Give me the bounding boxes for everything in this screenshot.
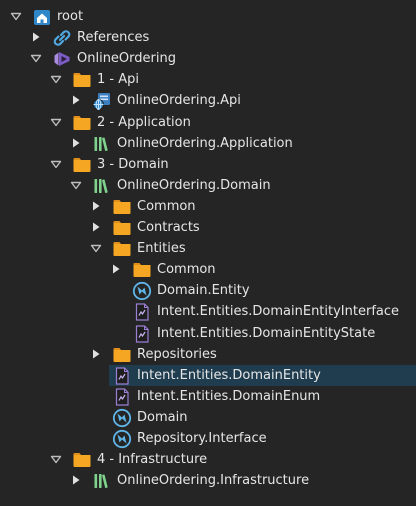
- tree-item-intent-entities-domainenum[interactable]: Intent.Entities.DomainEnum: [0, 386, 416, 407]
- tree-item-references[interactable]: References: [0, 27, 416, 48]
- tree-item-label: Intent.Entities.DomainEntity: [137, 367, 321, 383]
- tree-item-4-infrastructure[interactable]: 4 - Infrastructure: [0, 449, 416, 470]
- chevron-right-icon[interactable]: [110, 262, 122, 276]
- folder-icon: [72, 70, 92, 90]
- tree-item-onlineordering-infrastructure[interactable]: OnlineOrdering.Infrastructure: [0, 470, 416, 491]
- chevron-down-icon[interactable]: [90, 241, 102, 255]
- tree-item-label: Contracts: [137, 220, 200, 235]
- tree-item-label: Intent.Entities.DomainEntityState: [157, 325, 376, 341]
- project-library-icon: [92, 134, 112, 154]
- template-file-icon: [112, 366, 132, 386]
- tree-item-repositories[interactable]: Repositories: [0, 344, 416, 365]
- tree-item-label: OnlineOrdering.Domain: [117, 177, 271, 193]
- tree-item-label: Common: [137, 198, 196, 214]
- folder-icon: [112, 345, 132, 365]
- tree-item-root[interactable]: root: [0, 6, 416, 27]
- tree-item-intent-entities-domainentityinterface[interactable]: Intent.Entities.DomainEntityInterface: [0, 301, 416, 322]
- folder-icon: [112, 197, 132, 217]
- chevron-right-icon[interactable]: [70, 473, 82, 487]
- home-icon: [32, 7, 52, 27]
- tree-item-label: OnlineOrdering: [77, 51, 176, 67]
- tree-item-1-api[interactable]: 1 - Api: [0, 69, 416, 90]
- tree-item-label: Repository.Interface: [137, 431, 267, 446]
- tree-item-label: Domain.Entity: [157, 283, 250, 299]
- tree-item-onlineordering-application[interactable]: OnlineOrdering.Application: [0, 133, 416, 154]
- tree-item-repository-interface[interactable]: Repository.Interface: [0, 428, 416, 449]
- folder-icon: [72, 113, 92, 133]
- tree-item-domain[interactable]: Domain: [0, 407, 416, 428]
- folder-icon: [72, 155, 92, 175]
- chevron-down-icon[interactable]: [50, 157, 62, 171]
- folder-icon: [112, 218, 132, 238]
- tree-item-onlineordering[interactable]: OnlineOrdering: [0, 48, 416, 69]
- chevron-right-icon[interactable]: [90, 220, 102, 234]
- chevron-down-icon[interactable]: [50, 452, 62, 466]
- tree-item-common[interactable]: Common: [0, 196, 416, 217]
- tree-item-intent-entities-domainentitystate[interactable]: Intent.Entities.DomainEntityState: [0, 323, 416, 344]
- chevron-down-icon[interactable]: [70, 178, 82, 192]
- template-file-icon: [112, 387, 132, 407]
- tree-item-common[interactable]: Common: [0, 259, 416, 280]
- solution-icon: [52, 49, 72, 69]
- chevron-down-icon[interactable]: [10, 9, 22, 23]
- domain-package-icon: [132, 281, 152, 301]
- tree-item-2-application[interactable]: 2 - Application: [0, 112, 416, 133]
- chevron-down-icon[interactable]: [30, 51, 42, 65]
- tree-item-label: root: [57, 9, 84, 24]
- chevron-down-icon[interactable]: [50, 72, 62, 86]
- tree-item-label: 3 - Domain: [97, 156, 169, 172]
- project-library-icon: [92, 471, 112, 491]
- template-file-icon: [132, 302, 152, 322]
- chevron-right-icon[interactable]: [90, 199, 102, 213]
- tree-item-label: Common: [157, 262, 216, 278]
- chevron-down-icon[interactable]: [50, 115, 62, 129]
- tree-item-onlineordering-domain[interactable]: OnlineOrdering.Domain: [0, 175, 416, 196]
- chevron-right-icon[interactable]: [30, 30, 42, 44]
- tree-item-domain-entity[interactable]: Domain.Entity: [0, 280, 416, 301]
- tree-item-intent-entities-domainentity[interactable]: Intent.Entities.DomainEntity: [0, 364, 416, 386]
- tree-item-onlineordering-api[interactable]: OnlineOrdering.Api: [0, 90, 416, 111]
- tree-item-3-domain[interactable]: 3 - Domain: [0, 154, 416, 175]
- template-file-icon: [132, 324, 152, 344]
- tree-item-label: Intent.Entities.DomainEntityInterface: [157, 304, 400, 320]
- tree-item-label: 4 - Infrastructure: [97, 452, 208, 468]
- tree-item-label: Intent.Entities.DomainEnum: [137, 388, 321, 404]
- api-project-icon: [92, 91, 112, 111]
- tree-item-label: OnlineOrdering.Infrastructure: [117, 473, 310, 489]
- folder-icon: [112, 239, 132, 259]
- project-library-icon: [92, 176, 112, 196]
- tree-item-entities[interactable]: Entities: [0, 238, 416, 259]
- domain-package-icon: [112, 429, 132, 449]
- tree-item-label: OnlineOrdering.Application: [117, 135, 293, 151]
- domain-package-icon: [112, 408, 132, 428]
- solution-tree: root References OnlineOrdering 1 - Api Onlin…: [0, 0, 416, 506]
- chevron-right-icon[interactable]: [90, 347, 102, 361]
- tree-item-label: Repositories: [137, 346, 217, 362]
- tree-item-label: Domain: [137, 409, 188, 425]
- folder-icon: [132, 260, 152, 280]
- chevron-right-icon[interactable]: [70, 136, 82, 150]
- tree-item-label: 2 - Application: [97, 114, 191, 130]
- tree-item-contracts[interactable]: Contracts: [0, 217, 416, 238]
- tree-item-label: Entities: [137, 241, 186, 257]
- tree-item-label: References: [77, 30, 150, 46]
- references-link-icon: [52, 28, 72, 48]
- chevron-right-icon[interactable]: [70, 93, 82, 107]
- folder-icon: [72, 450, 92, 470]
- tree-item-label: OnlineOrdering.Api: [117, 93, 241, 109]
- tree-item-label: 1 - Api: [97, 72, 139, 88]
